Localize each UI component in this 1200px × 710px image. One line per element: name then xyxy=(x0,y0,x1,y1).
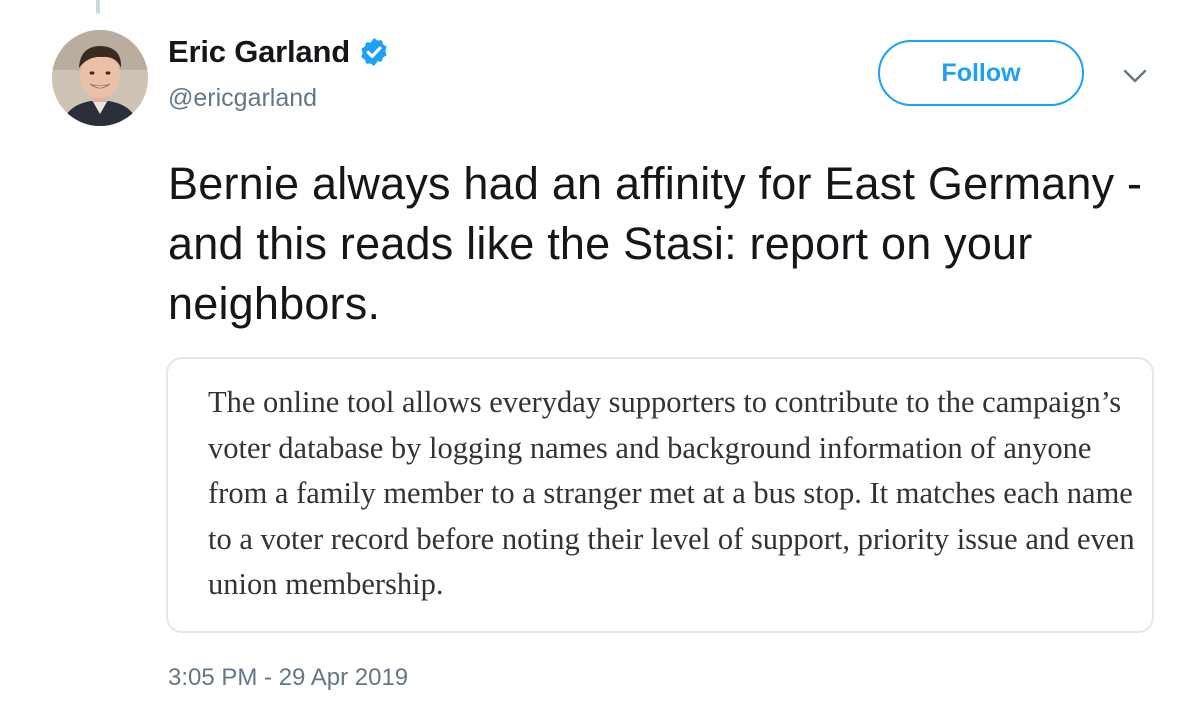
avatar[interactable] xyxy=(52,30,148,126)
verified-badge-icon xyxy=(361,38,387,66)
quoted-excerpt-text: The online tool allows everyday supporte… xyxy=(208,385,1135,601)
author-name-row[interactable]: Eric Garland xyxy=(168,34,390,70)
author-display-name[interactable]: Eric Garland xyxy=(168,34,350,70)
chevron-down-icon[interactable] xyxy=(1122,66,1148,86)
avatar-photo xyxy=(52,30,148,126)
follow-button[interactable]: Follow xyxy=(878,40,1084,106)
tweet-timestamp[interactable]: 3:05 PM - 29 Apr 2019 xyxy=(168,664,408,692)
author-handle[interactable]: @ericgarland xyxy=(168,84,317,113)
quoted-excerpt-card[interactable]: The online tool allows everyday supporte… xyxy=(166,357,1154,633)
tweet-text: Bernie always had an affinity for East G… xyxy=(168,158,1143,329)
thread-connector-line xyxy=(96,0,100,14)
